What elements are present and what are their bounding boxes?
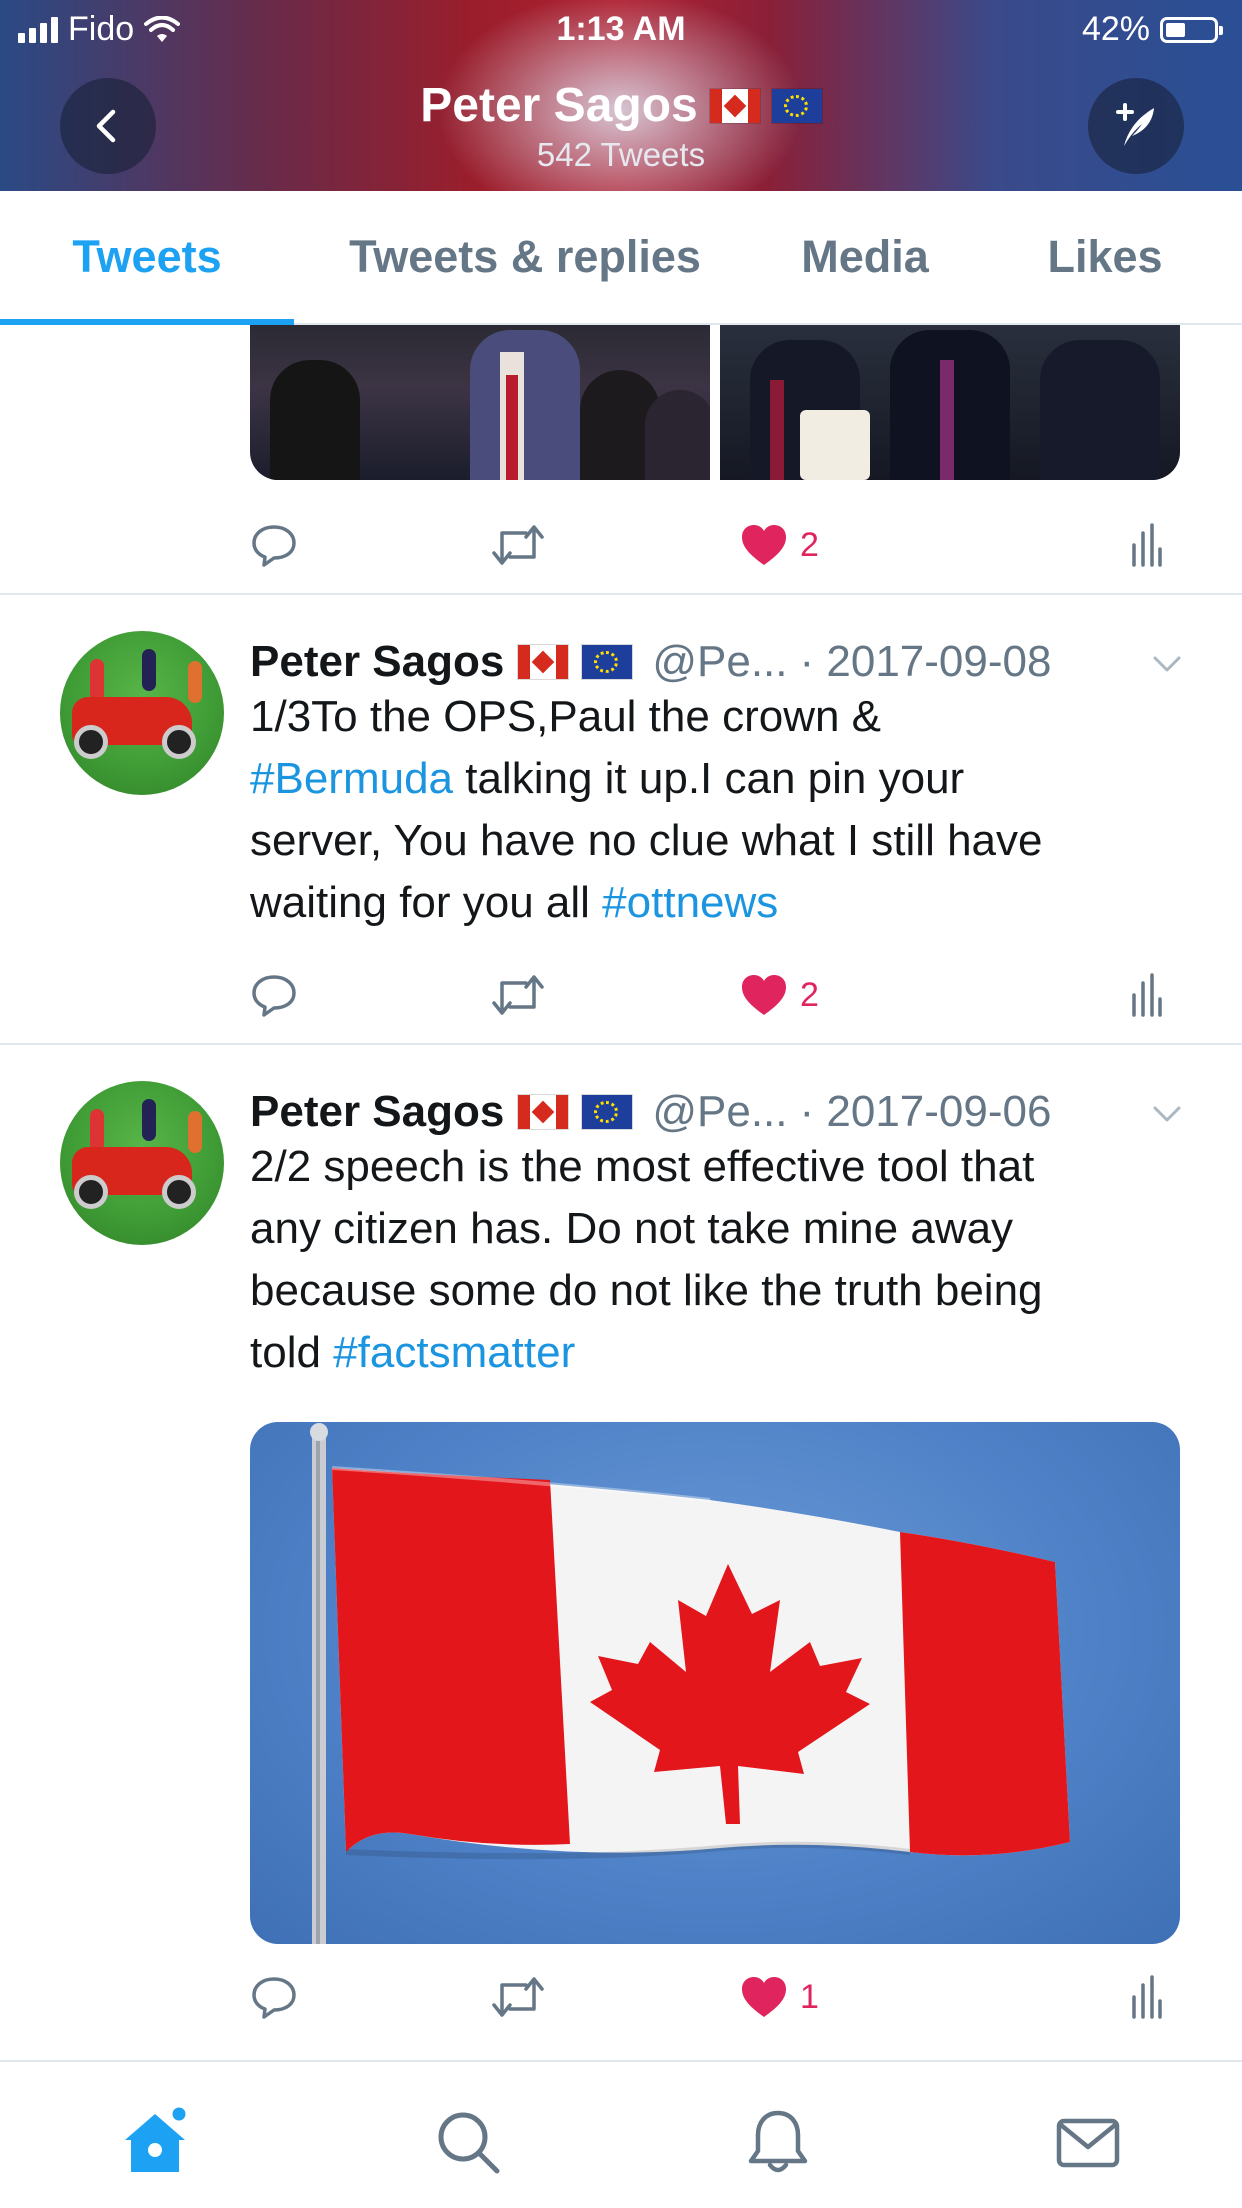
tweet-media-photos[interactable] (250, 325, 1180, 480)
battery-percent: 42% (1081, 10, 1150, 48)
avatar[interactable] (60, 1081, 224, 1245)
like-button[interactable]: 2 (740, 965, 819, 1025)
retweet-icon (492, 1977, 544, 2017)
author-handle: @Pe... (652, 637, 788, 686)
analytics-button[interactable] (1130, 965, 1164, 1025)
heart-filled-icon (742, 975, 786, 1015)
tweet-text-line: #Bermuda talking it up.I can pin your (250, 754, 965, 803)
bottom-navigation (0, 2060, 1242, 2208)
tweet-actions: 1 (250, 1967, 1180, 2027)
tweet-text-line: server, You have no clue what I still ha… (250, 816, 1043, 865)
reply-button[interactable] (250, 515, 298, 575)
like-button[interactable]: 1 (740, 1967, 819, 2027)
clock: 1:13 AM (556, 10, 686, 48)
status-bar: Fido 1:13 AM 42% (0, 0, 1242, 60)
tweet-photo[interactable] (250, 325, 710, 480)
nav-search[interactable] (428, 2102, 508, 2182)
tweet-feed[interactable]: 2 Peter Sagos @Pe... · 2017-09-08 1/3To … (0, 325, 1242, 2060)
tweet-text: 1/3To the OPS,Paul the crown & #Bermuda … (250, 686, 1190, 934)
tweet-divider (0, 593, 1242, 595)
reply-button[interactable] (250, 1967, 298, 2027)
profile-name: Peter Sagos (0, 78, 1242, 133)
reply-icon (252, 525, 296, 567)
tweet-text: 2/2 speech is the most effective tool th… (250, 1136, 1190, 1384)
like-button[interactable]: 2 (740, 515, 819, 575)
tab-media[interactable]: Media (770, 191, 960, 323)
tweet-date: · 2017-09-06 (799, 1087, 1052, 1136)
tweet-text-line: 1/3To the OPS,Paul the crown & (250, 692, 882, 741)
retweet-icon (492, 525, 544, 565)
canada-flag-icon (518, 1095, 569, 1129)
nav-messages[interactable] (1048, 2102, 1128, 2182)
retweet-button[interactable] (490, 965, 546, 1025)
tweet-text-line: any citizen has. Do not take mine away (250, 1204, 1014, 1253)
profile-header: Fido 1:13 AM 42% Peter Sagos 542 Tweets (0, 0, 1242, 191)
search-icon (438, 2112, 500, 2174)
tweet-photo[interactable] (720, 325, 1180, 480)
reply-button[interactable] (250, 965, 298, 1025)
tweet-count: 542 Tweets (536, 136, 706, 173)
avatar[interactable] (60, 631, 224, 795)
retweet-icon (492, 975, 544, 1015)
eu-flag-icon (582, 645, 633, 679)
messages-envelope-icon (1056, 2118, 1120, 2168)
author-handle: @Pe... (652, 1087, 788, 1136)
tweet-header: Peter Sagos @Pe... · 2017-09-08 (250, 635, 1051, 689)
battery-status: 42% (1081, 10, 1223, 49)
tweet-media-flag-photo[interactable] (250, 1422, 1180, 1944)
analytics-button[interactable] (1130, 515, 1164, 575)
notifications-bell-icon (748, 2110, 808, 2173)
chevron-down-icon[interactable] (1150, 1097, 1184, 1131)
tweet-header: Peter Sagos @Pe... · 2017-09-06 (250, 1085, 1051, 1139)
hashtag-link[interactable]: #factsmatter (333, 1328, 575, 1377)
analytics-icon (1132, 1975, 1162, 2019)
reply-icon (252, 975, 296, 1017)
compose-tweet-button[interactable] (1088, 78, 1184, 174)
tab-tweets-and-replies[interactable]: Tweets & replies (310, 191, 740, 323)
hashtag-link[interactable]: #Bermuda (250, 754, 453, 803)
author-name[interactable]: Peter Sagos (250, 637, 504, 687)
canadian-flag-image (310, 1423, 1070, 1944)
tweet-text-line: 2/2 speech is the most effective tool th… (250, 1142, 1035, 1191)
tweet-divider (0, 1043, 1242, 1045)
canada-flag-icon (518, 645, 569, 679)
tweet-date: · 2017-09-08 (799, 637, 1052, 686)
reply-icon (252, 1977, 296, 2019)
canada-flag-icon (709, 88, 760, 123)
battery-icon (1160, 16, 1223, 43)
nav-notifications[interactable] (738, 2102, 818, 2182)
nav-home[interactable] (115, 2102, 195, 2182)
retweet-button[interactable] (490, 1967, 546, 2027)
profile-name-text: Peter Sagos (420, 79, 698, 132)
tweet-text-line: waiting for you all #ottnews (250, 878, 779, 927)
tab-likes[interactable]: Likes (1010, 191, 1200, 323)
analytics-icon (1132, 973, 1162, 1017)
tweet-text-line: told #factsmatter (250, 1328, 576, 1377)
hashtag-link[interactable]: #ottnews (602, 878, 778, 927)
profile-tabs: Tweets Tweets & replies Media Likes (0, 191, 1242, 325)
heart-filled-icon (742, 1977, 786, 2017)
compose-tweet-icon (1116, 103, 1154, 146)
retweet-button[interactable] (490, 515, 546, 575)
like-count: 2 (800, 975, 819, 1014)
like-count: 2 (800, 525, 819, 564)
eu-flag-icon (771, 88, 822, 123)
tweet-actions: 2 (250, 515, 1180, 575)
author-name[interactable]: Peter Sagos (250, 1087, 504, 1137)
tab-tweets[interactable]: Tweets (0, 191, 294, 323)
analytics-button[interactable] (1130, 1967, 1164, 2027)
home-icon (125, 2104, 189, 2172)
eu-flag-icon (582, 1095, 633, 1129)
heart-filled-icon (742, 525, 786, 565)
chevron-down-icon[interactable] (1150, 647, 1184, 681)
analytics-icon (1132, 523, 1162, 567)
tweet-text-line: because some do not like the truth being (250, 1266, 1043, 1315)
like-count: 1 (800, 1977, 819, 2016)
tweet-actions: 2 (250, 965, 1180, 1025)
